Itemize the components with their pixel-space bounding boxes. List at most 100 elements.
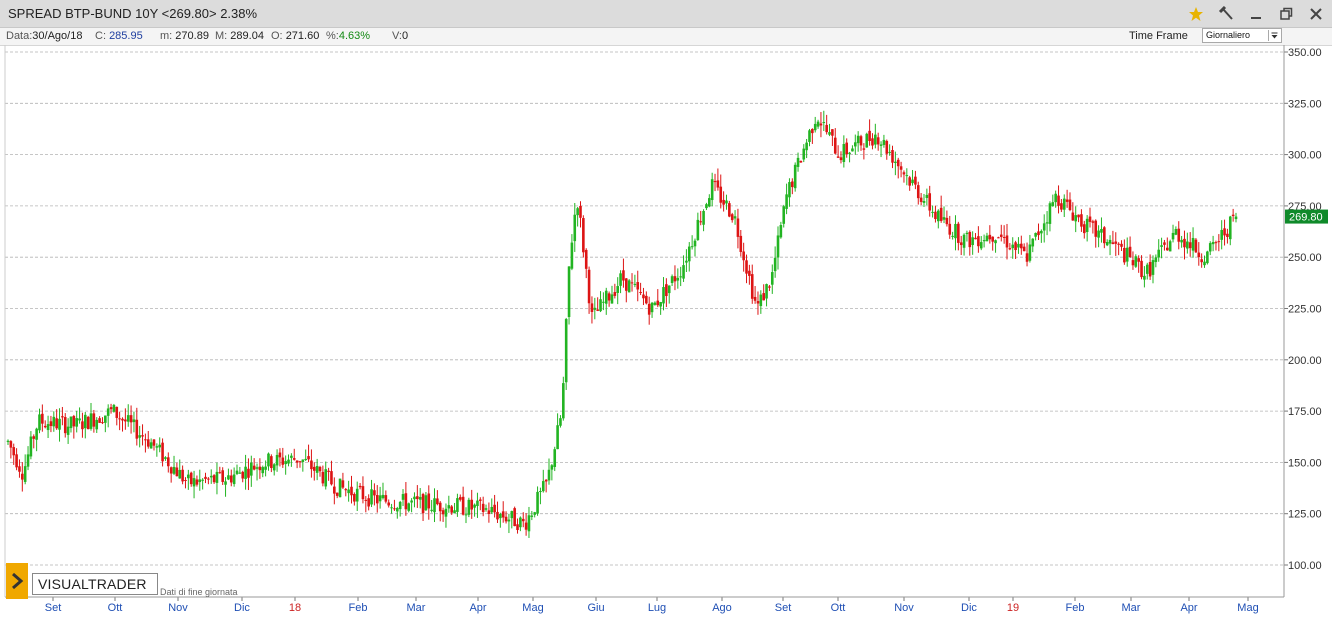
timeframe-select[interactable]: Giornaliero [1202, 28, 1282, 43]
x-tick-label-ott: Ott [108, 602, 123, 614]
candle-body [481, 503, 485, 513]
tools-button[interactable] [1214, 3, 1238, 25]
candle-body [301, 459, 305, 462]
candle-body [310, 460, 313, 470]
candle-body [951, 235, 954, 237]
candle-body [1234, 216, 1238, 220]
candle-body [361, 486, 365, 500]
candle-body [939, 207, 943, 221]
candle-body [931, 211, 934, 213]
candle-body [533, 512, 536, 515]
candle-body [1143, 275, 1146, 280]
candle-body [258, 466, 262, 471]
candle-body [101, 422, 104, 424]
candle-body [942, 217, 946, 220]
candle-body [281, 457, 285, 465]
quote-info-bar: Data:30/Ago/18 C: 285.95 m: 270.89 M: 28… [0, 28, 1332, 46]
candle-body [63, 417, 67, 434]
candle-body [241, 471, 245, 479]
candle-body [61, 416, 64, 418]
candle-body [957, 223, 960, 243]
x-tick-label-set: Set [775, 602, 792, 614]
x-tick-label-19: 19 [1007, 602, 1019, 614]
price-chart[interactable]: 350.00325.00300.00275.00250.00225.00200.… [0, 45, 1332, 618]
dropdown-arrow-icon[interactable] [1268, 30, 1280, 41]
candle-body [395, 508, 399, 512]
candle-body [18, 466, 21, 472]
x-tick-label-apr: Apr [469, 602, 486, 614]
candle-body [928, 193, 932, 211]
candle-body [1005, 235, 1009, 248]
candle-body [1125, 247, 1129, 262]
candle-body [702, 211, 705, 225]
candle-body [636, 282, 640, 290]
candle-body [421, 494, 425, 514]
candle-body [272, 464, 276, 471]
candle-body [630, 282, 634, 284]
chevron-right-icon [6, 563, 28, 599]
candle-body [26, 454, 30, 467]
candle-body [1145, 264, 1149, 274]
x-tick-label-giu: Giu [587, 602, 604, 614]
candle-body [768, 286, 771, 288]
candle-body [298, 461, 302, 463]
candle-body [393, 508, 396, 510]
candle-body [453, 510, 456, 514]
candle-body [616, 286, 620, 293]
title-bar[interactable]: SPREAD BTP-BUND 10Y <269.80> 2.38% [0, 0, 1332, 28]
candle-body [1103, 227, 1106, 244]
candle-body [937, 210, 940, 222]
candle-body [41, 413, 44, 424]
candle-body [836, 156, 840, 158]
candle-body [593, 307, 597, 310]
candle-body [791, 181, 794, 188]
close-button[interactable] [1304, 3, 1328, 25]
candle-body [559, 418, 562, 426]
candle-body [736, 218, 740, 237]
favorite-button[interactable] [1184, 3, 1208, 25]
candle-body [1045, 222, 1049, 224]
candle-body [848, 152, 851, 155]
candle-body [81, 421, 84, 430]
candle-body [1231, 214, 1235, 217]
candle-body [842, 144, 846, 163]
candle-body [665, 284, 668, 297]
candle-body [1097, 230, 1100, 238]
minimize-button[interactable] [1244, 3, 1268, 25]
close-icon [1310, 8, 1322, 20]
candle-body [267, 453, 270, 467]
candle-body [1163, 242, 1166, 245]
x-tick-label-mar: Mar [1122, 602, 1141, 614]
date-info: Data:30/Ago/18 [6, 30, 83, 42]
candle-body [833, 137, 837, 154]
candle-body [192, 478, 196, 487]
candle-body [212, 475, 216, 483]
candle-body [693, 240, 697, 247]
candle-body [739, 235, 743, 252]
candle-body [562, 383, 565, 419]
candle-body [499, 513, 502, 519]
candle-body [828, 132, 831, 135]
candle-body [590, 303, 594, 312]
candle-body [908, 177, 911, 186]
candle-body [610, 294, 614, 304]
maximize-button[interactable] [1274, 3, 1298, 25]
candle-body [645, 295, 648, 304]
candle-body [865, 133, 869, 148]
candle-body [290, 455, 293, 458]
candle-body [699, 221, 703, 223]
candle-body [679, 276, 682, 278]
candle-body [155, 446, 159, 448]
candle-body [479, 499, 482, 501]
candle-body [1077, 214, 1080, 218]
candle-body [822, 122, 826, 124]
candle-body [619, 273, 622, 286]
candle-body [894, 161, 897, 164]
candle-body [367, 498, 370, 507]
candle-body [1154, 257, 1158, 263]
candle-body [1123, 247, 1126, 263]
candle-body [705, 204, 708, 209]
candle-body [891, 150, 894, 163]
logo-wordmark: VISUALTRADER [32, 573, 158, 595]
candle-body [1217, 241, 1221, 243]
